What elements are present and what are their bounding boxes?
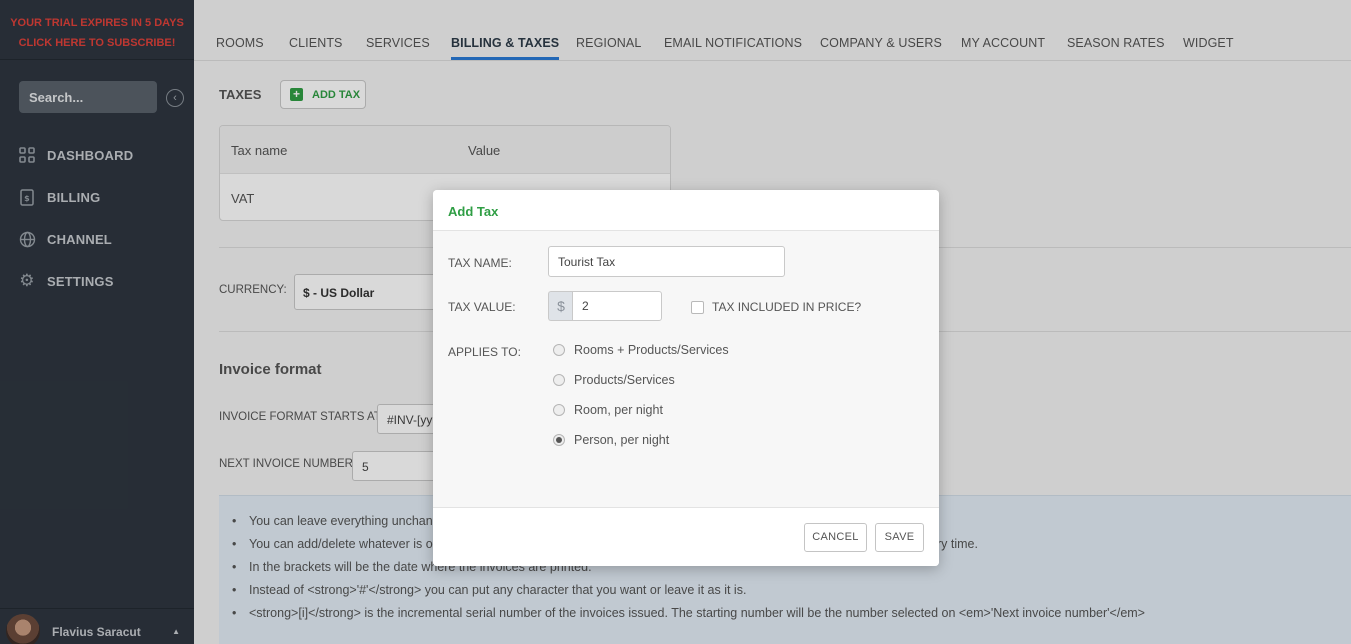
save-button[interactable]: SAVE [875,523,924,552]
add-tax-dialog: Add Tax TAX NAME: TAX VALUE: $ TAX INCLU… [433,190,939,566]
tax-included-checkbox[interactable] [691,301,704,314]
dialog-footer: CANCEL SAVE [433,507,939,566]
radio-label[interactable]: Products/Services [574,373,675,387]
tax-name-input[interactable] [548,246,785,277]
radio-room-per-night[interactable] [553,404,565,416]
radio-rooms-products[interactable] [553,344,565,356]
radio-products-services[interactable] [553,374,565,386]
dollar-addon: $ [548,291,573,321]
radio-label[interactable]: Person, per night [574,433,669,447]
cancel-button[interactable]: CANCEL [804,523,867,552]
tax-included-label[interactable]: TAX INCLUDED IN PRICE? [712,300,861,314]
radio-label[interactable]: Room, per night [574,403,663,417]
dialog-title: Add Tax [433,190,939,231]
tax-value-label: TAX VALUE: [448,300,516,314]
tax-name-label: TAX NAME: [448,256,512,270]
tax-value-input[interactable] [572,291,662,321]
applies-to-label: APPLIES TO: [448,345,521,359]
radio-label[interactable]: Rooms + Products/Services [574,343,729,357]
radio-person-per-night[interactable] [553,434,565,446]
